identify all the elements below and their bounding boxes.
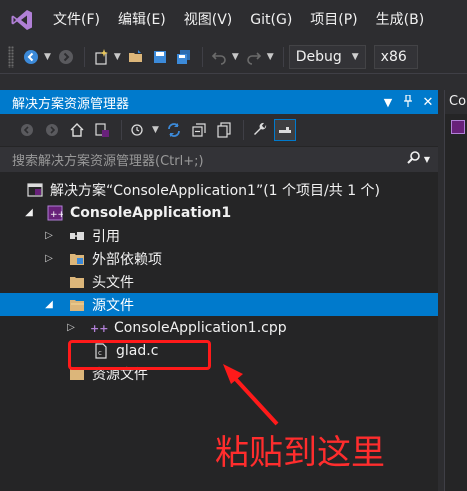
svg-text:++: ++ xyxy=(90,322,108,335)
configuration-select[interactable]: Debug ▼ xyxy=(288,44,366,69)
references-label: 引用 xyxy=(92,228,120,245)
show-all-files-icon[interactable] xyxy=(213,119,235,141)
tree-item-references[interactable]: ▷ 引用 xyxy=(0,224,438,247)
tree-item-solution[interactable]: 解决方案“ConsoleApplication1”(1 个项目/共 1 个) xyxy=(0,178,438,201)
search-input[interactable]: 搜索解决方案资源管理器(Ctrl+;) xyxy=(12,150,406,169)
filter-folder-icon xyxy=(68,274,86,290)
panel-title: 解决方案资源管理器 xyxy=(12,96,130,112)
main-toolbar: ▼ ▼ ▼ ▼ Debug ▼ x86 xyxy=(0,40,467,74)
solution-explorer-title-bar[interactable]: 解决方案资源管理器 ▼ ✕ xyxy=(0,90,438,114)
back-icon[interactable] xyxy=(16,119,38,141)
toolbar-grip[interactable] xyxy=(8,45,14,68)
collapse-arrow-icon[interactable]: ▷ xyxy=(42,253,56,264)
cpp-project-icon: ++ xyxy=(46,205,64,221)
back-icon[interactable] xyxy=(20,46,42,68)
new-item-dropdown-icon[interactable]: ▼ xyxy=(114,52,121,62)
collapse-all-icon[interactable] xyxy=(188,119,210,141)
tree-item-external-dependencies[interactable]: ▷ 外部依赖项 xyxy=(0,247,438,270)
cpp-file-label: ConsoleApplication1.cpp xyxy=(114,319,287,336)
tree-item-c-file[interactable]: c glad.c xyxy=(0,339,438,362)
toolbar-separator xyxy=(121,120,122,140)
svg-text:++: ++ xyxy=(50,210,63,220)
references-icon xyxy=(68,228,86,244)
expand-arrow-icon[interactable]: ◢ xyxy=(22,207,36,218)
toolbar-separator xyxy=(242,120,244,140)
menu-git[interactable]: Git(G) xyxy=(241,0,301,40)
right-panel-tab[interactable]: Co xyxy=(445,90,467,114)
search-options-dropdown-icon[interactable]: ▼ xyxy=(424,155,430,164)
undo-dropdown-icon[interactable]: ▼ xyxy=(232,52,239,62)
back-dropdown-icon[interactable]: ▼ xyxy=(44,52,51,62)
undo-icon[interactable] xyxy=(208,46,230,68)
solution-explorer-toolbar: ▼ xyxy=(0,114,438,146)
menu-file[interactable]: 文件(F) xyxy=(44,0,109,40)
collapse-arrow-icon[interactable]: ▷ xyxy=(64,322,78,333)
toolbar-separator xyxy=(83,46,85,67)
external-dependencies-icon xyxy=(68,251,86,267)
project-chip-icon xyxy=(451,120,465,134)
menu-edit[interactable]: 编辑(E) xyxy=(109,0,175,40)
search-icon[interactable] xyxy=(406,150,422,169)
save-icon[interactable] xyxy=(149,46,171,68)
toolbar-separator xyxy=(282,46,284,67)
right-side-panel: Co xyxy=(444,90,467,491)
redo-icon[interactable] xyxy=(243,46,265,68)
open-folder-icon[interactable] xyxy=(125,46,147,68)
redo-dropdown-icon[interactable]: ▼ xyxy=(267,52,274,62)
cpp-file-icon: ++ xyxy=(90,320,108,336)
forward-icon[interactable] xyxy=(55,46,77,68)
visual-studio-logo-icon[interactable] xyxy=(0,0,44,40)
forward-icon[interactable] xyxy=(41,119,63,141)
save-all-icon[interactable] xyxy=(173,46,195,68)
pending-changes-filter-icon[interactable] xyxy=(127,119,149,141)
solution-label: 解决方案“ConsoleApplication1”(1 个项目/共 1 个) xyxy=(50,182,381,199)
window-position-dropdown-icon[interactable]: ▼ xyxy=(378,96,398,109)
properties-wrench-icon[interactable] xyxy=(249,119,271,141)
expand-arrow-icon[interactable]: ◢ xyxy=(42,299,56,310)
tree-item-cpp-file[interactable]: ▷ ++ ConsoleApplication1.cpp xyxy=(0,316,438,339)
highlight-box xyxy=(68,340,211,370)
preview-selected-items-icon[interactable] xyxy=(273,119,296,141)
tree-item-source-files[interactable]: ◢ 源文件 xyxy=(0,293,438,316)
menu-view[interactable]: 视图(V) xyxy=(175,0,242,40)
source-files-label: 源文件 xyxy=(92,297,134,314)
solution-explorer-search[interactable]: 搜索解决方案资源管理器(Ctrl+;) ▼ xyxy=(0,146,438,172)
collapse-arrow-icon[interactable]: ▷ xyxy=(42,230,56,241)
close-icon[interactable]: ✕ xyxy=(418,95,438,110)
tree-item-header-files[interactable]: 头文件 xyxy=(0,270,438,293)
pending-changes-dropdown-icon[interactable]: ▼ xyxy=(152,125,159,135)
platform-select[interactable]: x86 xyxy=(373,44,418,69)
header-files-label: 头文件 xyxy=(92,274,134,291)
switch-views-icon[interactable] xyxy=(91,119,113,141)
menu-bar: 文件(F) 编辑(E) 视图(V) Git(G) 项目(P) 生成(B) xyxy=(0,0,467,40)
solution-icon xyxy=(26,182,44,198)
home-icon[interactable] xyxy=(66,119,88,141)
chevron-down-icon: ▼ xyxy=(351,51,359,62)
configuration-value: Debug xyxy=(295,48,342,65)
sync-icon[interactable] xyxy=(163,119,185,141)
annotation-arrow-icon xyxy=(223,364,279,426)
platform-value: x86 xyxy=(380,48,407,65)
menu-project[interactable]: 项目(P) xyxy=(301,0,366,40)
menu-build[interactable]: 生成(B) xyxy=(367,0,434,40)
tree-item-project[interactable]: ◢ ++ ConsoleApplication1 xyxy=(0,201,438,224)
filter-folder-icon xyxy=(68,297,86,313)
new-item-icon[interactable] xyxy=(90,46,112,68)
pin-icon[interactable] xyxy=(398,93,418,110)
toolbar-separator xyxy=(201,46,203,67)
solution-tree: 解决方案“ConsoleApplication1”(1 个项目/共 1 个) ◢… xyxy=(0,172,438,385)
project-label: ConsoleApplication1 xyxy=(70,204,232,221)
external-dependencies-label: 外部依赖项 xyxy=(92,251,162,268)
annotation-text: 粘贴到这里 xyxy=(215,433,385,473)
